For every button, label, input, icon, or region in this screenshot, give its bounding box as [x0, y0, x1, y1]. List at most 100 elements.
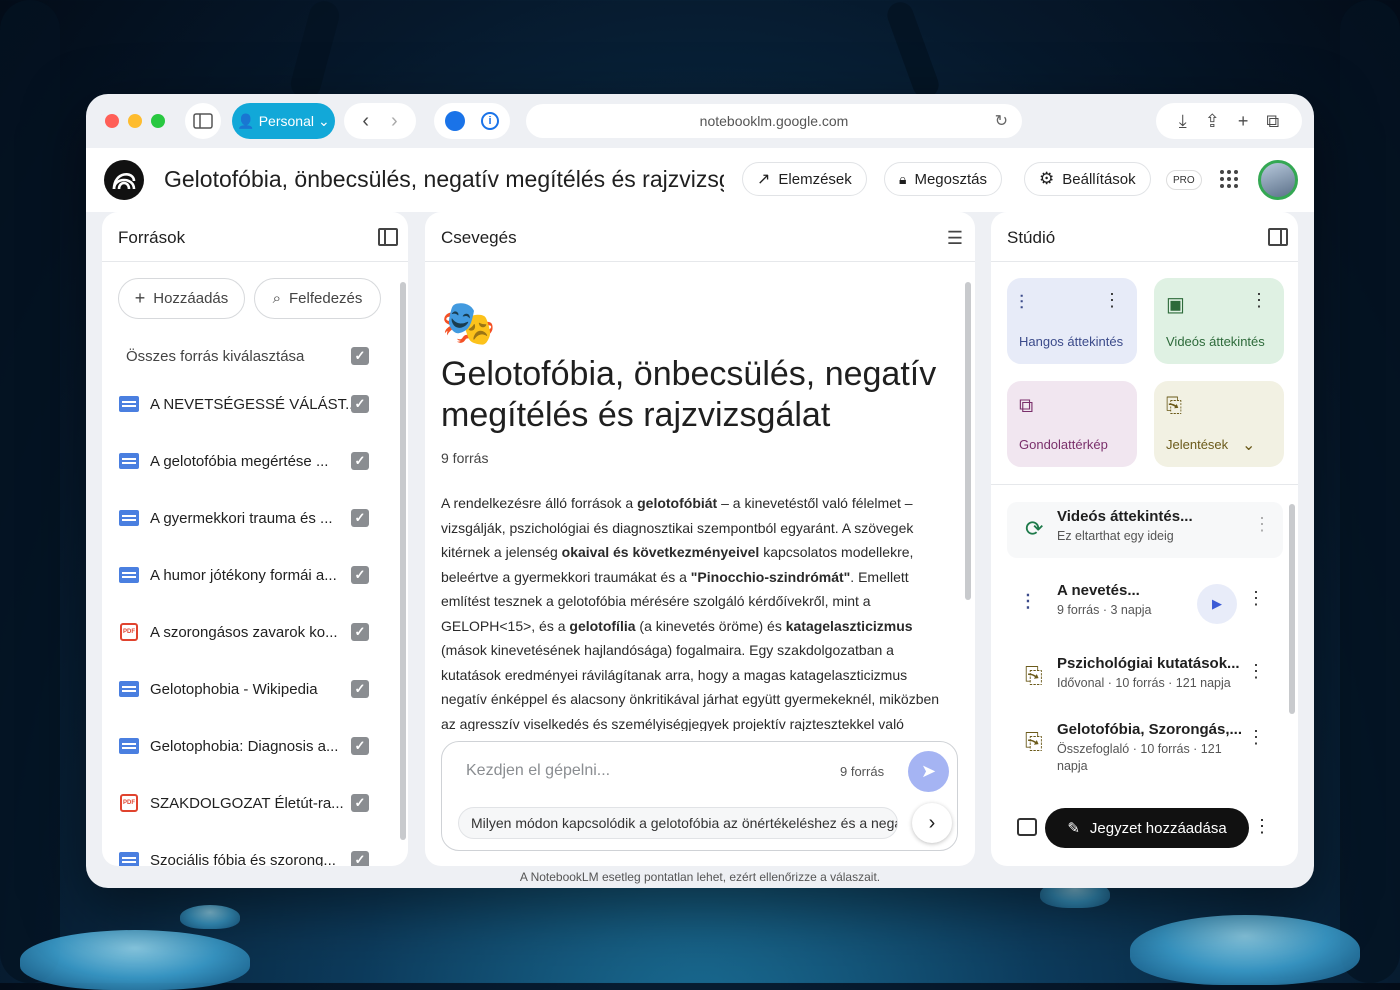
source-checkbox[interactable]: ✓: [351, 452, 369, 470]
forward-arrow-icon[interactable]: ›: [391, 110, 398, 133]
source-label: Gelotophobia: Diagnosis a...: [150, 737, 339, 755]
pdf-icon: PDF: [118, 794, 140, 812]
analytics-button[interactable]: ↗ Elemzések: [742, 162, 867, 196]
play-button[interactable]: ▶: [1197, 584, 1237, 624]
chat-scrollbar[interactable]: [965, 282, 971, 600]
settings-button[interactable]: ⚙ Beállítások: [1024, 162, 1151, 196]
address-bar[interactable]: notebooklm.google.com ↻: [526, 104, 1022, 138]
source-item[interactable]: Gelotophobia: Diagnosis a...: [118, 733, 374, 759]
disclaimer: A NotebookLM esetleg pontatlan lehet, ez…: [519, 870, 881, 884]
share-label: Megosztás: [914, 170, 987, 188]
apps-grid-icon[interactable]: [1220, 170, 1238, 188]
sync-icon: ⟳: [1025, 516, 1044, 541]
more-options-icon[interactable]: ⋮: [1250, 290, 1268, 311]
tabs-overview-icon[interactable]: ⧉: [1266, 111, 1279, 132]
select-all-row: Összes forrás kiválasztása: [126, 343, 382, 369]
select-all-checkbox[interactable]: ✓: [351, 347, 369, 365]
chat-input-box: Kezdjen el gépelni... 9 forrás ➤ Milyen …: [441, 741, 958, 851]
select-all-label: Összes forrás kiválasztása: [126, 347, 305, 365]
source-checkbox[interactable]: ✓: [351, 566, 369, 584]
studio-card[interactable]: ⫶ Hangos áttekintés ⋮: [1007, 278, 1137, 364]
studio-card[interactable]: ⧉ Gondolattérkép: [1007, 381, 1137, 467]
studio-card-label: Gondolattérkép: [1019, 437, 1108, 452]
summary-text: (mások kinevetésének hajlandósága) fogal…: [441, 642, 940, 731]
studio-output-item[interactable]: ⎘ Pszichológiai kutatások... Idővonal · 10…: [1013, 649, 1277, 705]
source-item[interactable]: A humor jótékony formái a...: [118, 562, 374, 588]
document-icon: [118, 852, 140, 866]
share-icon[interactable]: ⇪: [1205, 111, 1220, 132]
notebooklm-logo[interactable]: [104, 160, 144, 200]
source-checkbox[interactable]: ✓: [351, 509, 369, 527]
source-item[interactable]: A gelotofóbia megértése ...: [118, 448, 374, 474]
output-title: Pszichológiai kutatások...: [1057, 655, 1240, 672]
discover-button[interactable]: ⌕ Felfedezés: [254, 278, 381, 319]
extensions-group: i: [434, 103, 510, 139]
add-note-button[interactable]: ✎ Jegyzet hozzáadása: [1045, 808, 1249, 848]
source-checkbox[interactable]: ✓: [351, 851, 369, 866]
source-item[interactable]: Szociális fóbia és szorong...: [118, 847, 374, 866]
summary-text: A rendelkezésre álló források a: [441, 495, 638, 511]
source-item[interactable]: Gelotophobia - Wikipedia: [118, 676, 374, 702]
nav-buttons: ‹ ›: [344, 103, 416, 139]
studio-card[interactable]: ▣ Videós áttekintés ⋮: [1154, 278, 1284, 364]
source-item[interactable]: PDF SZAKDOLGOZAT Életút-ra...: [118, 790, 374, 816]
sidebar-toggle-icon[interactable]: [185, 103, 221, 139]
source-checkbox[interactable]: ✓: [351, 737, 369, 755]
collapse-studio-icon[interactable]: [1268, 228, 1288, 246]
send-button[interactable]: ➤: [908, 751, 949, 792]
source-item[interactable]: A gyermekkori trauma és ...: [118, 505, 374, 531]
collapse-panel-icon[interactable]: [378, 228, 398, 246]
studio-scrollbar[interactable]: [1289, 504, 1295, 714]
more-options-icon[interactable]: ⋮: [1247, 727, 1265, 748]
share-button[interactable]: 🔒︎ Megosztás: [884, 162, 1002, 196]
maximize-window-button[interactable]: [151, 114, 165, 128]
reload-icon[interactable]: ↻: [995, 111, 1008, 131]
source-checkbox[interactable]: ✓: [351, 680, 369, 698]
studio-card-label: Hangos áttekintés: [1019, 334, 1124, 349]
new-tab-icon[interactable]: +: [1238, 111, 1249, 132]
add-source-button[interactable]: + Hozzáadás: [118, 278, 245, 319]
download-icon[interactable]: ⤓: [1179, 111, 1187, 132]
source-label: A NEVETSÉGESSÉ VÁLÁST...: [150, 395, 358, 413]
pencil-icon: ✎: [1067, 820, 1080, 837]
person-icon: 👤: [237, 112, 255, 129]
suggestion-chip[interactable]: Milyen módon kapcsolódik a gelotofóbia a…: [458, 807, 898, 839]
chat-input[interactable]: Kezdjen el gépelni...: [466, 762, 610, 780]
document-icon: [118, 567, 140, 583]
tune-icon[interactable]: ☰: [947, 228, 963, 249]
close-window-button[interactable]: [105, 114, 119, 128]
more-options-icon[interactable]: ⋮: [1103, 290, 1121, 311]
video-icon: ▣: [1166, 294, 1185, 316]
studio-output-item[interactable]: ⎘ Gelotofóbia, Szorongás,... Összefoglaló …: [1013, 715, 1277, 773]
next-suggestion-button[interactable]: ›: [912, 803, 952, 843]
note-icon[interactable]: [1017, 818, 1037, 836]
source-item[interactable]: PDF A szorongásos zavarok ko...: [118, 619, 374, 645]
source-item[interactable]: A NEVETSÉGESSÉ VÁLÁST...: [118, 391, 374, 417]
audio-wave-icon: ⫶: [1025, 590, 1031, 615]
extension-globe-icon[interactable]: [445, 111, 465, 131]
studio-card[interactable]: ⎘ Jelentések ⌄: [1154, 381, 1284, 467]
sources-scrollbar[interactable]: [400, 282, 406, 840]
back-arrow-icon[interactable]: ‹: [362, 110, 369, 133]
extension-info-icon[interactable]: i: [481, 112, 499, 130]
source-checkbox[interactable]: ✓: [351, 794, 369, 812]
more-options-icon[interactable]: ⋮: [1253, 514, 1271, 535]
studio-output-item[interactable]: ⫶ A nevetés... 9 forrás · 3 napja ⋮ ▶: [1013, 576, 1277, 632]
avatar[interactable]: [1258, 160, 1298, 200]
output-subtitle: Összefoglaló · 10 forrás · 121 napja: [1057, 742, 1222, 773]
notebook-title[interactable]: Gelotofóbia, önbecsülés, negatív megítél…: [164, 166, 724, 193]
profile-button[interactable]: 👤 Personal ⌄: [232, 103, 335, 139]
more-options-icon[interactable]: ⋮: [1247, 661, 1265, 682]
output-subtitle: 9 forrás · 3 napja: [1057, 603, 1152, 617]
note-more-icon[interactable]: ⋮: [1253, 816, 1271, 837]
chevron-down-icon[interactable]: ⌄: [1242, 435, 1255, 455]
studio-output-item[interactable]: ⟳ Videós áttekintés... Ez eltarthat egy id…: [1007, 502, 1283, 558]
browser-window: 👤 Personal ⌄ ‹ › i ▤ notebooklm.google.c…: [86, 94, 1314, 888]
summary-highlight: "Pinocchio-szindrómát": [690, 568, 851, 585]
minimize-window-button[interactable]: [128, 114, 142, 128]
url-text: notebooklm.google.com: [699, 113, 849, 129]
source-checkbox[interactable]: ✓: [351, 395, 369, 413]
more-options-icon[interactable]: ⋮: [1247, 588, 1265, 609]
document-icon: [118, 681, 140, 697]
source-checkbox[interactable]: ✓: [351, 623, 369, 641]
